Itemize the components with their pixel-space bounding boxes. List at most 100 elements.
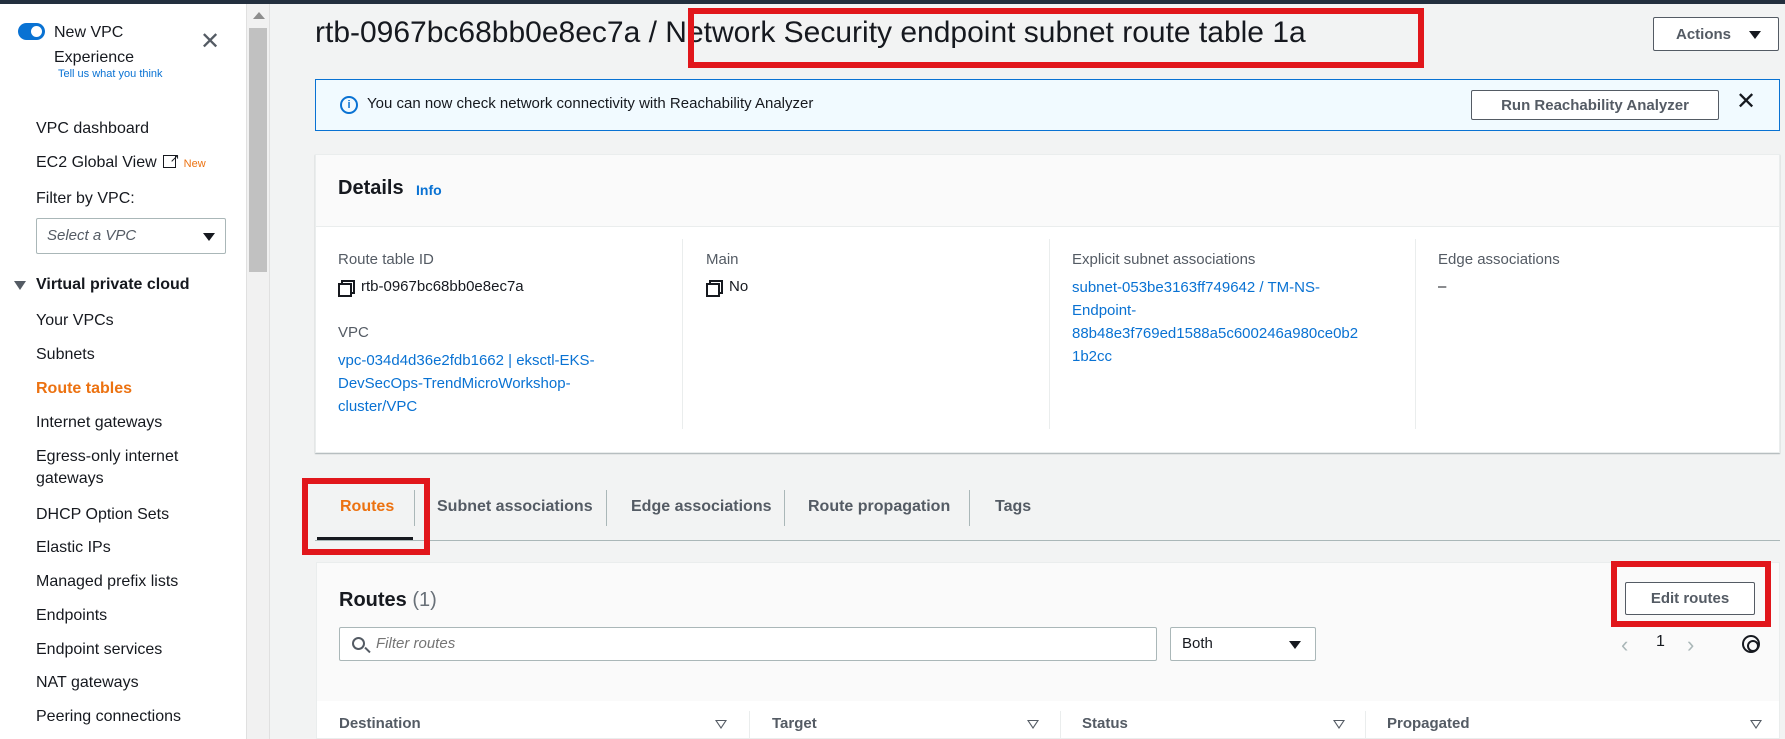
close-icon[interactable]: ✕: [200, 30, 220, 54]
sidebar-item-managed-prefix-lists[interactable]: Managed prefix lists: [36, 571, 178, 593]
caret-down-icon: [1289, 641, 1301, 649]
run-reachability-analyzer-button[interactable]: Run Reachability Analyzer: [1471, 90, 1719, 120]
tab-edge-associations[interactable]: Edge associations: [631, 498, 772, 516]
routes-header: Routes (1) Edit routes Both ‹ 1 ›: [317, 563, 1779, 701]
column-header-status[interactable]: Status: [1082, 715, 1128, 732]
filter-by-vpc-label: Filter by VPC:: [36, 190, 135, 207]
copy-icon[interactable]: [338, 279, 355, 297]
edge-associations-value: –: [1438, 278, 1447, 295]
route-table-id-label: Route table ID: [338, 251, 434, 268]
caret-down-icon: [203, 233, 215, 241]
sidebar-item-label: EC2 Global View: [36, 154, 157, 171]
column-divider: [682, 239, 683, 429]
column-divider: [1415, 239, 1416, 429]
chevron-right-icon[interactable]: ›: [1687, 634, 1694, 656]
details-panel: Details Info Route table ID rtb-0967bc68…: [315, 154, 1780, 453]
route-table-id-value: rtb-0967bc68bb0e8ec7a: [338, 278, 524, 297]
gear-icon[interactable]: [1742, 635, 1760, 653]
vpc-link-line: vpc-034d4d36e2fdb1662 | eksctl-EKS-: [338, 352, 595, 369]
sidebar: New VPC Experience Tell us what you thin…: [0, 4, 246, 739]
info-link[interactable]: Info: [416, 182, 442, 198]
copy-icon[interactable]: [706, 279, 723, 297]
filter-routes-field[interactable]: [339, 627, 1157, 661]
tab-divider: [606, 490, 607, 526]
sidebar-item-ec2-global-view[interactable]: EC2 Global View New: [36, 147, 206, 175]
details-header: Details Info: [316, 155, 1779, 227]
column-divider: [1365, 711, 1366, 739]
sidebar-scrollbar[interactable]: [246, 4, 270, 739]
feedback-link[interactable]: Tell us what you think: [58, 68, 163, 80]
subnet-link-line: 88b48e3f769ed1588a5c600246a980ce0b2: [1072, 325, 1359, 342]
tab-divider: [969, 490, 970, 526]
column-divider: [749, 711, 750, 739]
subnet-link-line: Endpoint-: [1072, 302, 1137, 319]
routes-title-text: Routes: [339, 589, 407, 611]
sidebar-item-egress-only-internet-gateways[interactable]: Egress-only internet gateways: [36, 446, 226, 490]
flash-message: You can now check network connectivity w…: [367, 95, 814, 112]
main-value-text: No: [729, 278, 749, 295]
tab-divider: [784, 490, 785, 526]
caret-down-icon: [14, 280, 26, 290]
sort-caret-icon[interactable]: [1333, 720, 1345, 729]
chevron-left-icon[interactable]: ‹: [1621, 634, 1628, 656]
caret-down-icon: [1749, 31, 1761, 39]
vpc-select[interactable]: Select a VPC: [36, 218, 226, 254]
explicit-subnet-associations-label: Explicit subnet associations: [1072, 251, 1256, 268]
column-header-propagated[interactable]: Propagated: [1387, 715, 1470, 732]
search-icon: [352, 637, 365, 650]
column-header-target[interactable]: Target: [772, 715, 817, 732]
column-divider: [1060, 711, 1061, 739]
vpc-link-line: cluster/VPC: [338, 398, 418, 415]
sort-caret-icon[interactable]: [715, 720, 727, 729]
scroll-up-arrow-icon[interactable]: [253, 12, 265, 19]
new-experience-toggle-row[interactable]: New VPC Experience: [18, 20, 144, 70]
section-virtual-private-cloud[interactable]: Virtual private cloud: [14, 276, 190, 294]
main-label: Main: [706, 251, 739, 268]
sidebar-item-elastic-ips[interactable]: Elastic IPs: [36, 537, 111, 559]
sidebar-item-nat-gateways[interactable]: NAT gateways: [36, 672, 139, 694]
close-icon[interactable]: ✕: [1736, 90, 1756, 114]
select-value: Both: [1182, 635, 1213, 652]
filter-routes-input[interactable]: [376, 635, 1136, 652]
routes-title: Routes (1): [339, 589, 437, 612]
page-number[interactable]: 1: [1656, 633, 1665, 651]
propagation-filter-select[interactable]: Both: [1170, 627, 1316, 661]
subnet-link-line: 1b2cc: [1072, 348, 1113, 365]
scroll-thumb[interactable]: [249, 28, 267, 272]
vpc-label: VPC: [338, 324, 369, 341]
reachability-flash-banner: i You can now check network connectivity…: [315, 79, 1780, 131]
sort-caret-icon[interactable]: [1027, 720, 1039, 729]
sidebar-item-peering-connections[interactable]: Peering connections: [36, 706, 181, 728]
new-experience-label: New VPC Experience: [54, 24, 135, 66]
sidebar-item-endpoints[interactable]: Endpoints: [36, 605, 107, 627]
explicit-subnet-association-link[interactable]: subnet-053be3163ff749642 / TM-NS- Endpoi…: [1072, 276, 1358, 368]
actions-label: Actions: [1676, 26, 1732, 43]
column-header-destination[interactable]: Destination: [339, 715, 421, 732]
routes-panel: Routes (1) Edit routes Both ‹ 1 › Destin…: [316, 562, 1780, 739]
highlight-box-title: [688, 8, 1424, 68]
new-badge: New: [183, 158, 206, 170]
section-title: Virtual private cloud: [36, 276, 190, 293]
vpc-select-placeholder: Select a VPC: [47, 227, 137, 244]
sidebar-item-your-vpcs[interactable]: Your VPCs: [36, 310, 114, 332]
sort-caret-icon[interactable]: [1750, 720, 1762, 729]
route-table-id: rtb-0967bc68bb0e8ec7a: [361, 278, 524, 295]
actions-button[interactable]: Actions: [1653, 17, 1779, 51]
sidebar-item-endpoint-services[interactable]: Endpoint services: [36, 639, 162, 661]
tab-route-propagation[interactable]: Route propagation: [808, 498, 950, 516]
new-experience-toggle[interactable]: [18, 23, 45, 40]
sidebar-item-dhcp-option-sets[interactable]: DHCP Option Sets: [36, 504, 169, 526]
main-value: No: [706, 278, 749, 297]
sidebar-item-subnets[interactable]: Subnets: [36, 344, 95, 366]
tab-tags[interactable]: Tags: [995, 498, 1031, 516]
external-link-icon: [162, 147, 180, 169]
page-title-id: rtb-0967bc68bb0e8ec7a /: [315, 16, 657, 49]
highlight-box-routes-tab: [302, 478, 430, 555]
sidebar-item-vpc-dashboard[interactable]: VPC dashboard: [36, 118, 149, 140]
tab-subnet-associations[interactable]: Subnet associations: [437, 498, 593, 516]
tabs-baseline: [315, 540, 1780, 541]
column-divider: [1049, 239, 1050, 429]
vpc-link[interactable]: vpc-034d4d36e2fdb1662 | eksctl-EKS- DevS…: [338, 349, 595, 418]
sidebar-item-route-tables[interactable]: Route tables: [36, 378, 132, 400]
sidebar-item-internet-gateways[interactable]: Internet gateways: [36, 412, 162, 434]
